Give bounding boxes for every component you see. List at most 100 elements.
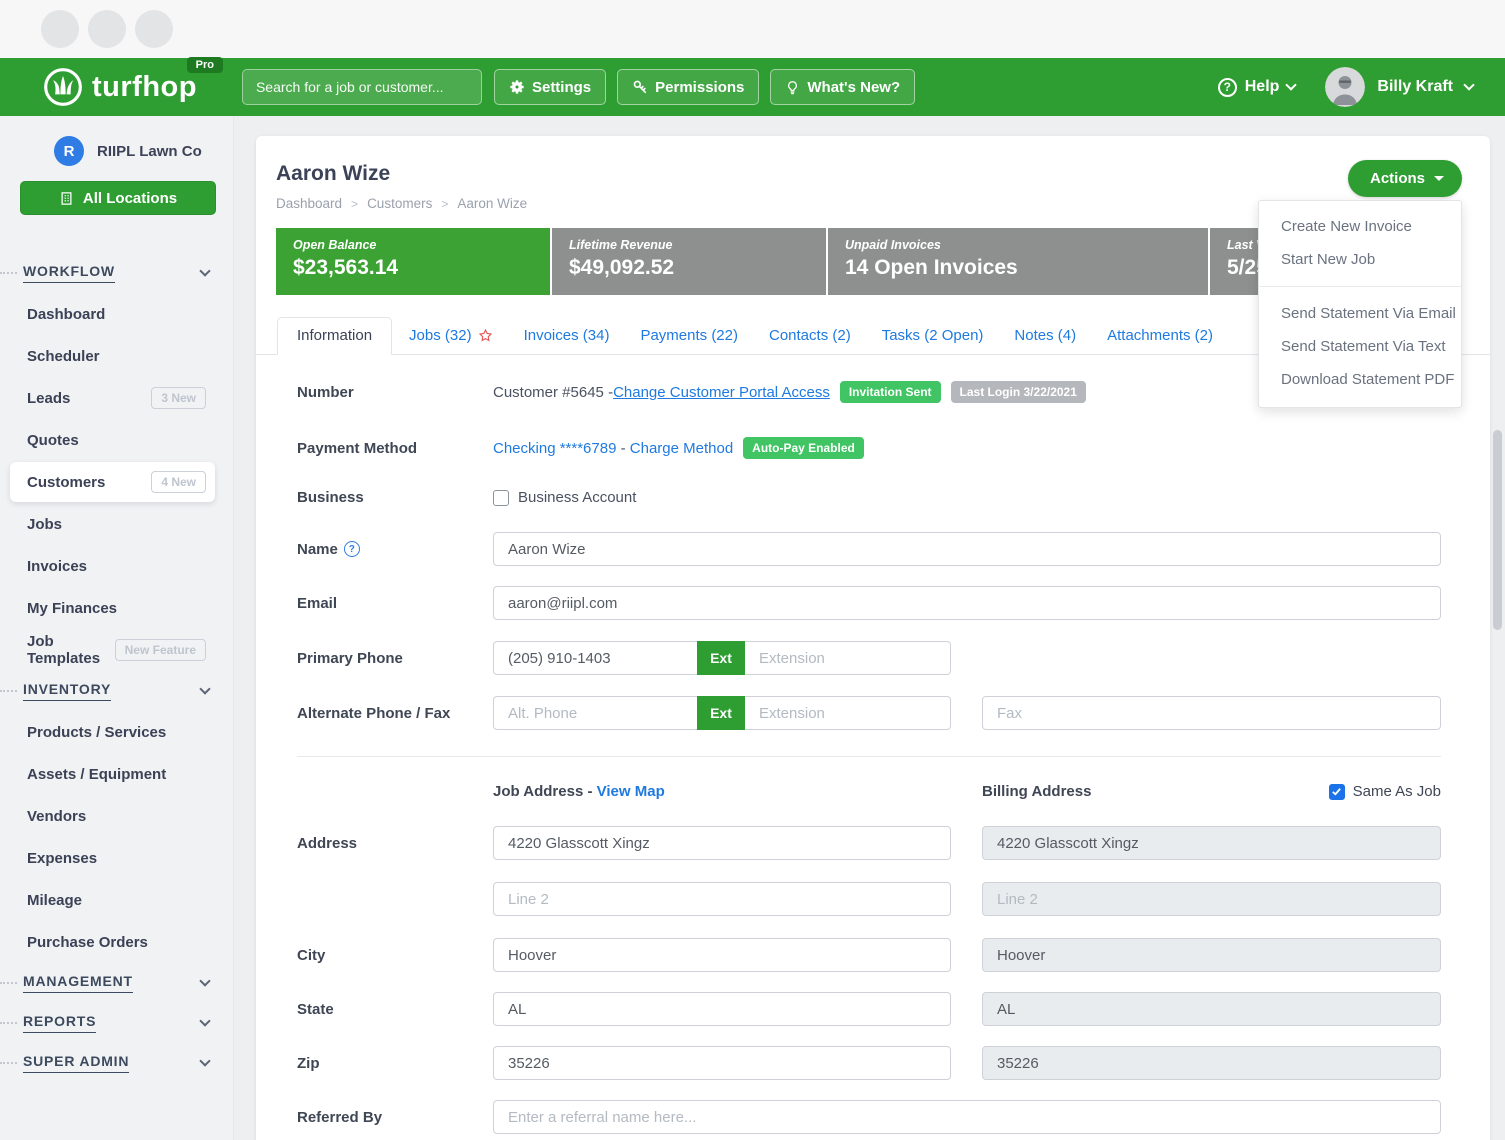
- key-icon: [632, 79, 648, 95]
- menu-item-send-statement-email[interactable]: Send Statement Via Email: [1259, 297, 1461, 330]
- settings-button[interactable]: Settings: [494, 69, 606, 105]
- tab-contacts[interactable]: Contacts (2): [755, 317, 865, 354]
- tab-payments[interactable]: Payments (22): [626, 317, 752, 354]
- stat-lifetime-revenue: Lifetime Revenue $49,092.52: [552, 228, 826, 295]
- help-menu[interactable]: ? Help: [1218, 78, 1296, 97]
- whats-new-button[interactable]: What's New?: [770, 69, 915, 105]
- section-super-admin[interactable]: SUPER ADMIN: [0, 1043, 233, 1083]
- tab-label: Invoices (34): [524, 327, 610, 344]
- sidebar-item-customers[interactable]: Customers4 New: [10, 462, 215, 502]
- sidebar-item-vendors[interactable]: Vendors: [0, 795, 233, 837]
- sidebar-item-label: Dashboard: [27, 306, 105, 323]
- billing-city-field: [982, 938, 1441, 972]
- sidebar-item-assets-equipment[interactable]: Assets / Equipment: [0, 753, 233, 795]
- primary-extension-field[interactable]: [745, 641, 951, 675]
- section-inventory[interactable]: INVENTORY: [0, 671, 233, 711]
- company-row[interactable]: R RIIPL Lawn Co: [0, 116, 233, 166]
- tab-label: Payments (22): [640, 327, 738, 344]
- ext-label: Ext: [697, 696, 745, 730]
- name-field[interactable]: [493, 532, 1441, 566]
- checking-account-link[interactable]: Checking ****6789: [493, 440, 616, 457]
- stat-label: Unpaid Invoices: [845, 238, 1208, 252]
- actions-button[interactable]: Actions: [1348, 160, 1462, 197]
- view-map-link[interactable]: View Map: [597, 783, 665, 800]
- section-workflow[interactable]: WORKFLOW: [0, 253, 233, 293]
- breadcrumb-customers[interactable]: Customers: [367, 196, 432, 211]
- sidebar-item-my-finances[interactable]: My Finances: [0, 587, 233, 629]
- tab-jobs[interactable]: Jobs (32): [395, 317, 507, 354]
- sidebar-item-leads[interactable]: Leads3 New: [0, 377, 233, 419]
- business-account-checkbox[interactable]: [493, 490, 509, 506]
- menu-item-start-new-job[interactable]: Start New Job: [1259, 243, 1461, 276]
- section-label: REPORTS: [23, 1013, 96, 1033]
- job-zip-field[interactable]: [493, 1046, 951, 1080]
- change-portal-access-link[interactable]: Change Customer Portal Access: [613, 384, 830, 401]
- tab-label: Information: [297, 327, 372, 344]
- charge-method-link[interactable]: Charge Method: [630, 440, 733, 457]
- scrollbar[interactable]: [1493, 430, 1502, 630]
- search-input[interactable]: [242, 69, 482, 105]
- tab-tasks[interactable]: Tasks (2 Open): [868, 317, 998, 354]
- tab-information[interactable]: Information: [277, 317, 392, 355]
- chevron-down-icon: [1463, 79, 1474, 90]
- job-address-line2-field[interactable]: [493, 882, 951, 916]
- address-headers-row: Job Address - View Map Billing Address: [297, 783, 1441, 800]
- city-label: City: [297, 947, 493, 964]
- section-reports[interactable]: REPORTS: [0, 1003, 233, 1043]
- sidebar-item-quotes[interactable]: Quotes: [0, 419, 233, 461]
- sidebar-item-label: My Finances: [27, 600, 117, 617]
- caret-down-icon: [1434, 176, 1444, 181]
- window-control-circle: [88, 10, 126, 48]
- sidebar-item-label: Scheduler: [27, 348, 100, 365]
- state-label: State: [297, 1001, 493, 1018]
- help-tooltip-icon[interactable]: ?: [344, 541, 360, 557]
- sidebar-item-label: Products / Services: [27, 724, 166, 741]
- gear-icon: [509, 79, 525, 95]
- user-menu[interactable]: Billy Kraft: [1325, 67, 1473, 107]
- all-locations-label: All Locations: [83, 190, 177, 207]
- same-as-job-checkbox[interactable]: [1329, 784, 1345, 800]
- menu-item-download-statement-pdf[interactable]: Download Statement PDF: [1259, 363, 1461, 396]
- tab-notes[interactable]: Notes (4): [1000, 317, 1090, 354]
- section-management[interactable]: MANAGEMENT: [0, 963, 233, 1003]
- menu-divider: [1259, 286, 1461, 287]
- city-row: City: [297, 938, 1441, 972]
- fax-field[interactable]: [982, 696, 1441, 730]
- sidebar-item-label: Leads: [27, 390, 70, 407]
- job-state-field[interactable]: [493, 992, 951, 1026]
- sidebar-item-invoices[interactable]: Invoices: [0, 545, 233, 587]
- tab-invoices[interactable]: Invoices (34): [510, 317, 624, 354]
- sidebar-item-mileage[interactable]: Mileage: [0, 879, 233, 921]
- menu-item-create-new-invoice[interactable]: Create New Invoice: [1259, 210, 1461, 243]
- breadcrumb-dashboard[interactable]: Dashboard: [276, 196, 342, 211]
- sidebar-item-products-services[interactable]: Products / Services: [0, 711, 233, 753]
- section-dash: [0, 272, 17, 274]
- tab-attachments[interactable]: Attachments (2): [1093, 317, 1227, 354]
- sidebar-nav: WORKFLOW Dashboard Scheduler Leads3 New …: [0, 253, 233, 1083]
- sidebar-item-scheduler[interactable]: Scheduler: [0, 335, 233, 377]
- sidebar-item-dashboard[interactable]: Dashboard: [0, 293, 233, 335]
- primary-phone-field[interactable]: [493, 641, 697, 675]
- job-city-field[interactable]: [493, 938, 951, 972]
- brand-logo[interactable]: turfhop Pro: [42, 66, 197, 108]
- window-control-circle: [41, 10, 79, 48]
- name-row: Name ?: [297, 532, 1441, 566]
- menu-item-send-statement-text[interactable]: Send Statement Via Text: [1259, 330, 1461, 363]
- job-address-field[interactable]: [493, 826, 951, 860]
- permissions-button[interactable]: Permissions: [617, 69, 759, 105]
- alt-phone-field[interactable]: [493, 696, 697, 730]
- stat-value: $23,563.14: [293, 256, 550, 280]
- billing-address-title: Billing Address: [982, 783, 1091, 800]
- chevron-right-icon: >: [441, 197, 448, 211]
- sidebar-item-job-templates[interactable]: Job TemplatesNew Feature: [0, 629, 233, 671]
- sidebar-item-expenses[interactable]: Expenses: [0, 837, 233, 879]
- alt-phone-label: Alternate Phone / Fax: [297, 705, 493, 722]
- email-field[interactable]: [493, 586, 1441, 620]
- referred-by-field[interactable]: [493, 1100, 1441, 1134]
- all-locations-button[interactable]: All Locations: [20, 181, 216, 215]
- sidebar-item-jobs[interactable]: Jobs: [0, 503, 233, 545]
- user-name: Billy Kraft: [1377, 78, 1453, 96]
- alt-extension-field[interactable]: [745, 696, 951, 730]
- email-row: Email: [297, 586, 1441, 620]
- sidebar-item-purchase-orders[interactable]: Purchase Orders: [0, 921, 233, 963]
